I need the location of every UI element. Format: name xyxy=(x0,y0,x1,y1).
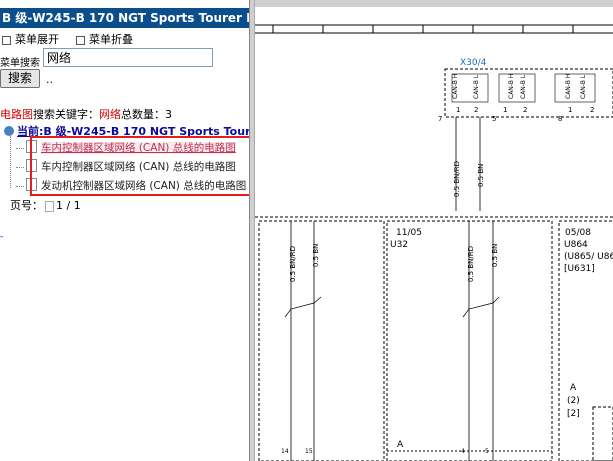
svg-text:2: 2 xyxy=(474,106,478,114)
pin-label: CAN-B H xyxy=(508,74,515,99)
search-button[interactable]: 搜索 xyxy=(0,69,40,88)
ruler-ticks xyxy=(272,25,574,33)
tree-connector xyxy=(16,166,24,168)
globe-icon xyxy=(4,126,14,136)
connector-block xyxy=(444,68,613,118)
search-label: 菜单搜索 xyxy=(0,58,40,69)
label-a-right: [2] xyxy=(567,409,580,419)
collapse-checkbox-icon xyxy=(76,35,85,45)
highlight-box xyxy=(30,136,249,196)
bottom-pin: 15 xyxy=(305,448,313,455)
svg-text:1: 1 xyxy=(503,106,507,114)
wire-label: 0.5 BN/RD xyxy=(289,246,297,282)
label-a: A xyxy=(397,440,404,450)
svg-text:2: 2 xyxy=(523,106,527,114)
wire-label: 0.5 BN xyxy=(491,244,499,267)
pin-label: CAN-B L xyxy=(473,74,480,99)
wire-label: 0.5 BN xyxy=(477,164,485,187)
summary-keyword-label: 搜索关键字： xyxy=(33,108,99,121)
bottom-pin: 5 xyxy=(485,448,489,455)
pagination: 页号： 1 / 1 xyxy=(10,197,81,213)
ref-right-component: U864 xyxy=(564,240,588,250)
search-summary: 电路图搜索关键字：网络总数量：3 xyxy=(0,106,172,122)
wire-label: 0.5 BN xyxy=(312,244,320,267)
menu-expand-toggle[interactable]: 菜单展开 xyxy=(2,31,59,47)
page-value: 1 / 1 xyxy=(56,199,81,212)
search-dots: .. xyxy=(46,73,53,86)
pin-label: CAN-B L xyxy=(580,74,587,99)
bottom-pin: 14 xyxy=(281,448,289,455)
connector-label: X30/4 xyxy=(460,58,487,68)
label-a-right: (2) xyxy=(567,396,580,406)
ref-right-component: (U865/ U86 xyxy=(564,252,613,262)
search-input[interactable] xyxy=(43,48,213,67)
bottom-pin: 4 xyxy=(461,448,465,455)
window-title: B 级-W245-B 170 NGT Sports Tourer BlueEFF… xyxy=(0,8,249,28)
page-label: 页号： xyxy=(10,199,43,212)
summary-category: 电路图 xyxy=(0,108,33,121)
page-box-icon xyxy=(45,200,54,212)
pin-numbers: 7 1 2 5 1 2 8 1 2 xyxy=(438,106,594,123)
wire-label: 0.5 BN/RD xyxy=(453,161,461,197)
svg-text:2: 2 xyxy=(590,106,594,114)
menu-collapse-label: 菜单折叠 xyxy=(89,33,133,46)
expand-checkbox-icon xyxy=(2,35,11,45)
pin-label: CAN-B L xyxy=(520,74,527,99)
ref-right: 05/08 xyxy=(565,228,591,238)
svg-text:1: 1 xyxy=(456,106,460,114)
connector-pins: CAN-B H CAN-B L CAN-B H CAN-B L CAN-B H … xyxy=(451,73,596,103)
circuit-diagram: X30/4 CAN-B H CAN-B L CAN-B H CAN-B L CA… xyxy=(255,24,613,461)
summary-count: 3 xyxy=(165,108,172,121)
tree-connector xyxy=(16,185,24,187)
ref-left-component: U32 xyxy=(390,240,408,250)
diagram-panel: X30/4 CAN-B H CAN-B L CAN-B H CAN-B L CA… xyxy=(255,7,613,461)
tree-connector-line xyxy=(10,136,11,188)
ref-right-component: [U631] xyxy=(564,264,595,274)
svg-text:5: 5 xyxy=(492,115,496,123)
summary-keyword: 网络 xyxy=(99,108,121,121)
footer-dash: - xyxy=(0,232,4,242)
left-panel: B 级-W245-B 170 NGT Sports Tourer BlueEFF… xyxy=(0,0,249,461)
label-a-right: A xyxy=(570,383,577,393)
svg-text:8: 8 xyxy=(558,115,562,123)
svg-text:7: 7 xyxy=(438,115,442,123)
pin-label: CAN-B H xyxy=(565,74,572,99)
menu-expand-label: 菜单展开 xyxy=(15,33,59,46)
summary-count-label: 总数量： xyxy=(121,108,165,121)
wire-label: 0.5 BN/RD xyxy=(467,246,475,282)
svg-text:1: 1 xyxy=(568,106,572,114)
pin-label: CAN-B H xyxy=(452,74,459,99)
menu-collapse-toggle[interactable]: 菜单折叠 xyxy=(76,31,133,47)
tree-connector xyxy=(16,147,24,149)
ref-left: 11/05 xyxy=(396,228,422,238)
